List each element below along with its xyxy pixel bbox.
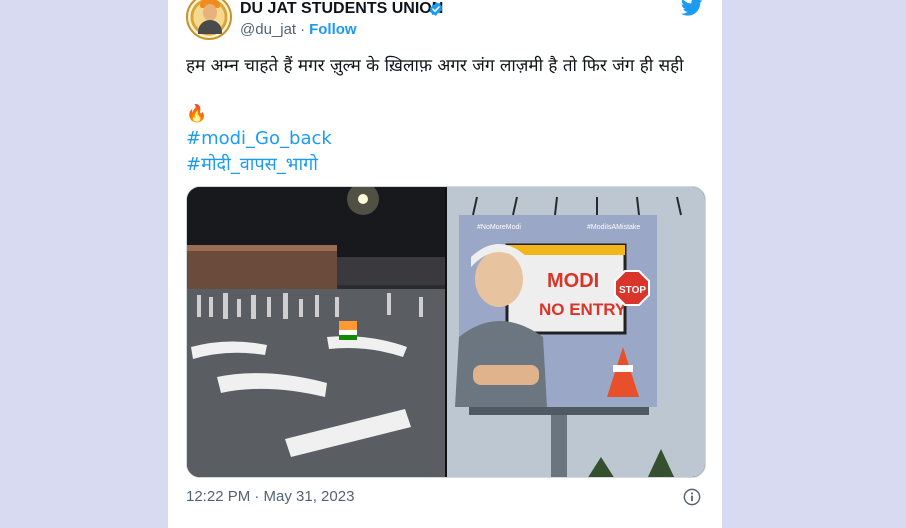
info-icon[interactable] <box>683 488 701 506</box>
author-handle-line: @du_jat · Follow <box>240 21 357 38</box>
portrait-jacket <box>455 321 547 407</box>
buildings-right <box>337 257 445 285</box>
follow-button[interactable]: Follow <box>309 21 357 38</box>
flag-saffron <box>339 321 357 330</box>
verified-badge-icon <box>429 2 443 16</box>
barrier-stripe <box>507 245 625 255</box>
cone-stripe <box>613 365 633 372</box>
hashtag-modi-vapas-bhago[interactable]: #मोदी_वापस_भागो <box>186 152 318 176</box>
portrait-face <box>475 251 523 307</box>
author-name[interactable]: DU JAT STUDENTS UNION <box>240 0 443 18</box>
billboard-base-frame <box>469 407 649 415</box>
billboard-headline-modi: MODI <box>547 270 599 292</box>
avatar-body <box>198 20 222 34</box>
hashtag-modi-go-back[interactable]: #modi_Go_back <box>186 128 332 149</box>
building-wall <box>187 245 337 289</box>
avatar-face <box>203 4 217 21</box>
flag-white <box>339 330 357 335</box>
building-roofline <box>187 245 337 251</box>
twitter-bird-icon[interactable] <box>681 0 703 16</box>
billboard-photo[interactable]: #NoMoreModi #ModiIsAMistake MODI NO ENTR… <box>447 187 705 478</box>
protest-street-photo[interactable] <box>187 187 445 478</box>
author-handle[interactable]: @du_jat <box>240 21 296 38</box>
stop-sign-text: STOP <box>619 285 646 296</box>
billboard-hashtag-right: #ModiIsAMistake <box>587 224 640 231</box>
separator-dot: · <box>300 21 306 38</box>
billboard-hashtag-left: #NoMoreModi <box>477 224 521 231</box>
portrait-arms <box>473 365 539 385</box>
tweet-media[interactable]: #NoMoreModi #ModiIsAMistake MODI NO ENTR… <box>186 186 706 478</box>
tweet-timestamp[interactable]: 12:22 PM · May 31, 2023 <box>186 488 354 505</box>
fire-emoji: 🔥 <box>186 104 208 124</box>
billboard-pole <box>551 415 567 477</box>
flag-green <box>339 335 357 340</box>
billboard-headline-no-entry: NO ENTRY <box>539 300 627 319</box>
tweet-text: हम अम्न चाहते हैं मगर ज़ुल्म के ख़िलाफ़ … <box>186 56 684 76</box>
